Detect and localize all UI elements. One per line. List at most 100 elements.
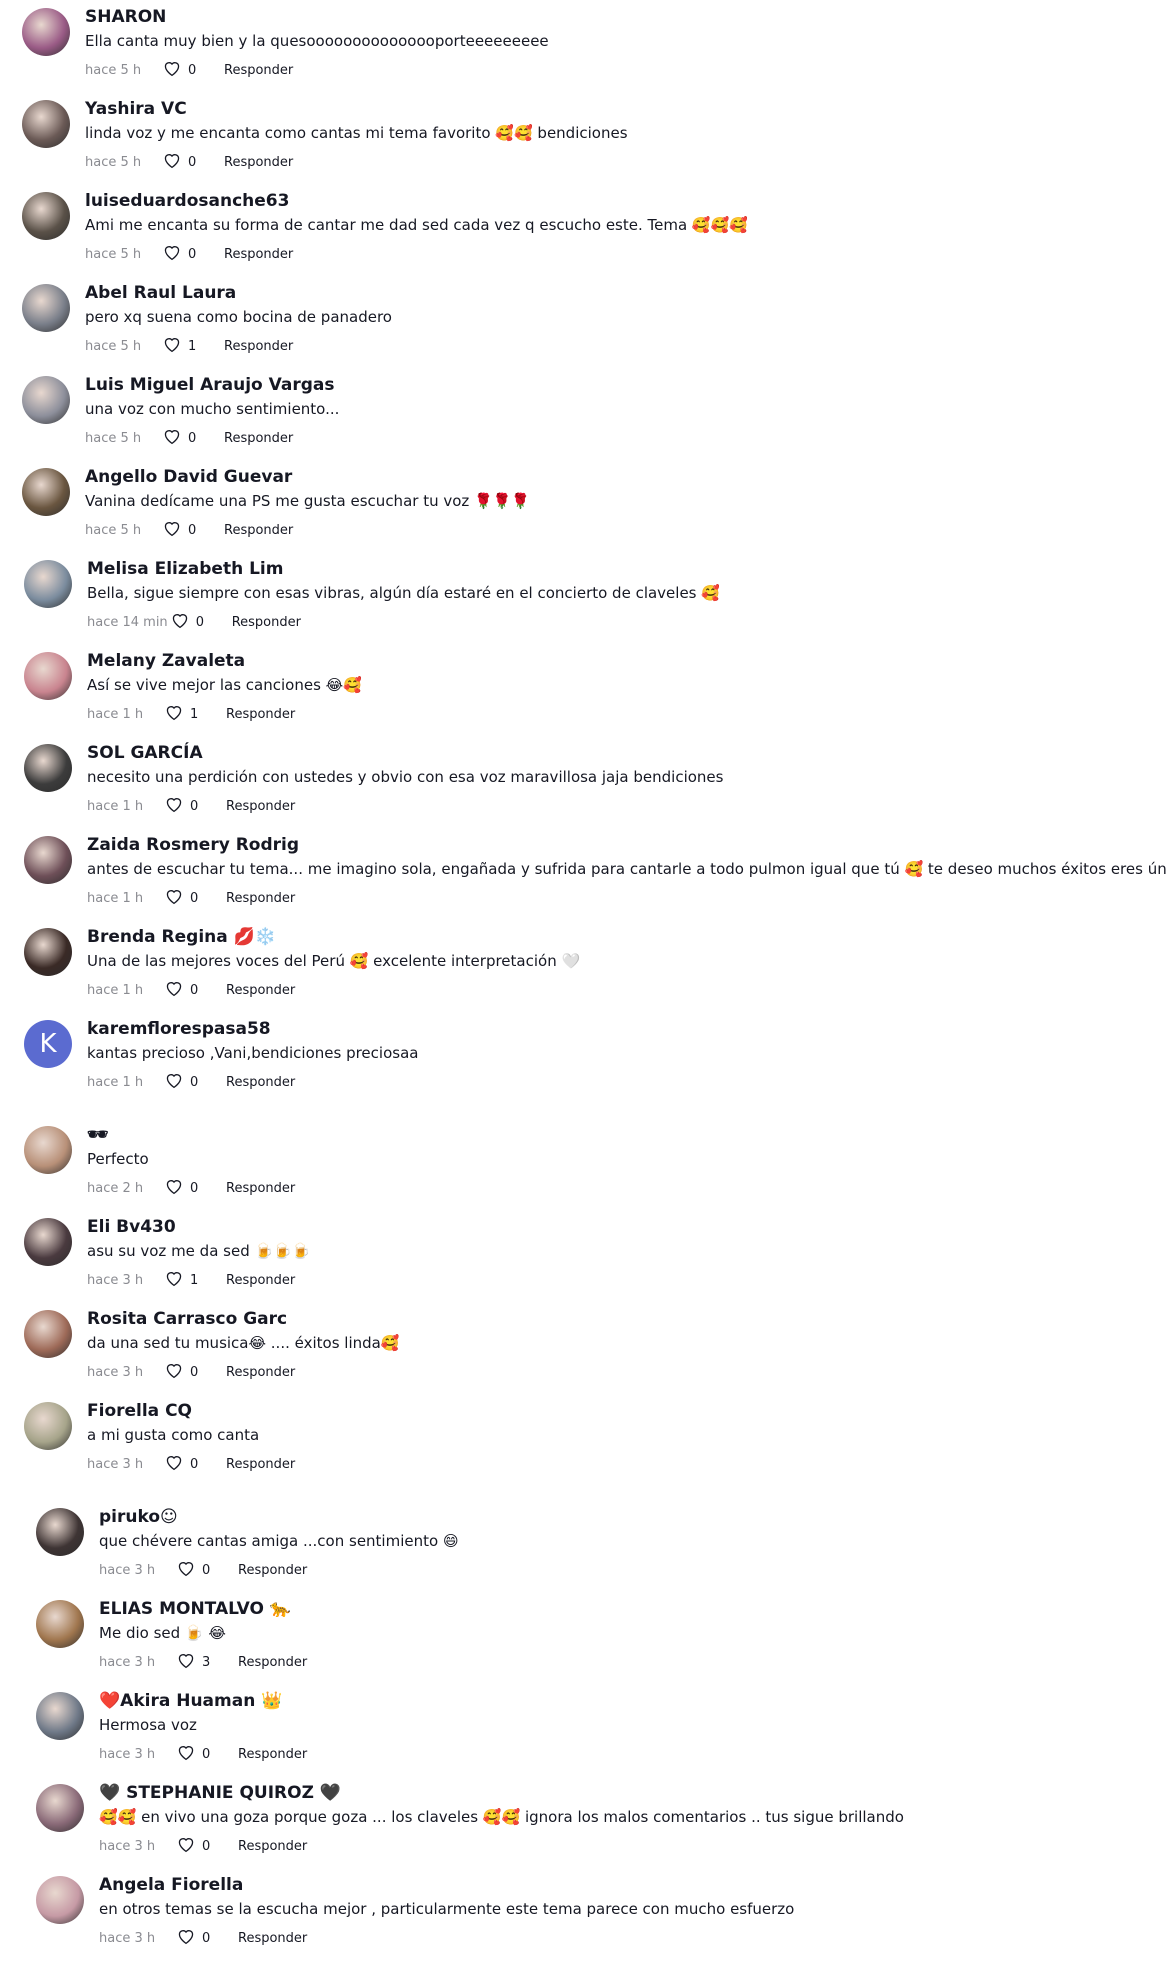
- reply-button[interactable]: Responder: [226, 983, 295, 998]
- reply-button[interactable]: Responder: [224, 155, 293, 170]
- comment-time: hace 14 min: [87, 614, 168, 630]
- comment-username[interactable]: Eli Bv430: [87, 1216, 176, 1238]
- like-button[interactable]: 0: [162, 427, 204, 449]
- reply-button[interactable]: Responder: [238, 1931, 307, 1946]
- avatar[interactable]: [24, 560, 72, 608]
- comment-username[interactable]: karemflorespasa58: [87, 1018, 271, 1040]
- reply-button[interactable]: Responder: [226, 1181, 295, 1196]
- reply-button[interactable]: Responder: [226, 1365, 295, 1380]
- like-button[interactable]: 1: [164, 703, 206, 725]
- reply-button[interactable]: Responder: [226, 891, 295, 906]
- comment-username[interactable]: SOL GARCÍA: [87, 742, 203, 764]
- like-button[interactable]: 0: [162, 151, 204, 173]
- reply-button[interactable]: Responder: [226, 1457, 295, 1472]
- avatar[interactable]: [24, 928, 72, 976]
- like-button[interactable]: 0: [176, 1559, 218, 1581]
- avatar[interactable]: [22, 8, 70, 56]
- comment-username[interactable]: Luis Miguel Araujo Vargas: [85, 374, 334, 396]
- avatar[interactable]: [22, 284, 70, 332]
- like-button[interactable]: 0: [164, 887, 206, 909]
- comment-username[interactable]: Fiorella CQ: [87, 1400, 192, 1422]
- comment-username[interactable]: Brenda Regina 💋❄️: [87, 926, 276, 948]
- avatar[interactable]: [36, 1600, 84, 1648]
- reply-button[interactable]: Responder: [238, 1839, 307, 1854]
- comment-username[interactable]: Melisa Elizabeth Lim: [87, 558, 283, 580]
- like-button[interactable]: 0: [162, 59, 204, 81]
- reply-button[interactable]: Responder: [224, 63, 293, 78]
- reply-button[interactable]: Responder: [224, 523, 293, 538]
- comment-username[interactable]: Abel Raul Laura: [85, 282, 236, 304]
- reply-button[interactable]: Responder: [226, 1075, 295, 1090]
- comment-time: hace 3 h: [87, 1364, 144, 1380]
- reply-button[interactable]: Responder: [238, 1655, 307, 1670]
- avatar[interactable]: [22, 468, 70, 516]
- avatar[interactable]: [24, 652, 72, 700]
- comment-text: una voz con mucho sentimiento...: [85, 400, 340, 418]
- reply-button[interactable]: Responder: [238, 1747, 307, 1762]
- like-count: 1: [190, 1272, 199, 1288]
- reply-button[interactable]: Responder: [224, 431, 293, 446]
- like-button[interactable]: 0: [164, 979, 206, 1001]
- comment-username[interactable]: luiseduardosanche63: [85, 190, 289, 212]
- avatar[interactable]: K: [24, 1020, 72, 1068]
- comment-username[interactable]: Rosita Carrasco Garc: [87, 1308, 287, 1330]
- like-button[interactable]: 0: [164, 1071, 206, 1093]
- avatar[interactable]: [24, 744, 72, 792]
- like-button[interactable]: 0: [176, 1835, 218, 1857]
- avatar[interactable]: [36, 1692, 84, 1740]
- like-count: 0: [190, 798, 199, 814]
- reply-button[interactable]: Responder: [224, 339, 293, 354]
- like-count: 0: [188, 154, 197, 170]
- comment-text: Perfecto: [87, 1150, 149, 1168]
- like-count: 0: [190, 1074, 199, 1090]
- avatar[interactable]: [24, 1218, 72, 1266]
- comment-username[interactable]: ELIAS MONTALVO 🐆: [99, 1598, 291, 1620]
- avatar[interactable]: [36, 1784, 84, 1832]
- heart-icon: [176, 1927, 196, 1949]
- reply-button[interactable]: Responder: [238, 1563, 307, 1578]
- avatar[interactable]: [36, 1876, 84, 1924]
- comment-username[interactable]: 🖤 STEPHANIE QUIROZ 🖤: [99, 1782, 341, 1804]
- like-button[interactable]: 0: [164, 1453, 206, 1475]
- like-button[interactable]: 0: [164, 1177, 206, 1199]
- like-button[interactable]: 0: [176, 1743, 218, 1765]
- comment-text: Bella, sigue siempre con esas vibras, al…: [87, 584, 720, 602]
- avatar[interactable]: [24, 836, 72, 884]
- avatar[interactable]: [22, 100, 70, 148]
- comment-username[interactable]: piruko☺: [99, 1506, 178, 1528]
- avatar[interactable]: [24, 1402, 72, 1450]
- like-button[interactable]: 0: [176, 1927, 218, 1949]
- avatar[interactable]: [22, 192, 70, 240]
- comment-text: Ella canta muy bien y la quesooooooooooo…: [85, 32, 549, 50]
- comment-username[interactable]: ❤️Akira Huaman 👑: [99, 1690, 282, 1712]
- like-button[interactable]: 1: [164, 1269, 206, 1291]
- comment-time: hace 3 h: [87, 1272, 144, 1288]
- avatar[interactable]: [22, 376, 70, 424]
- like-button[interactable]: 0: [164, 795, 206, 817]
- comment-time: hace 3 h: [99, 1746, 156, 1762]
- comment-username[interactable]: Melany Zavaleta: [87, 650, 245, 672]
- comment-text: linda voz y me encanta como cantas mi te…: [85, 124, 628, 142]
- comment-username[interactable]: SHARON: [85, 6, 166, 28]
- like-button[interactable]: 0: [162, 243, 204, 265]
- comment-username[interactable]: Angela Fiorella: [99, 1874, 243, 1896]
- like-button[interactable]: 1: [162, 335, 204, 357]
- comment-text: pero xq suena como bocina de panadero: [85, 308, 392, 326]
- reply-button[interactable]: Responder: [226, 707, 295, 722]
- like-button[interactable]: 0: [162, 519, 204, 541]
- reply-button[interactable]: Responder: [226, 1273, 295, 1288]
- avatar[interactable]: [24, 1126, 72, 1174]
- reply-button[interactable]: Responder: [226, 799, 295, 814]
- comment-username[interactable]: 🕶: [87, 1124, 109, 1146]
- avatar[interactable]: [24, 1310, 72, 1358]
- reply-button[interactable]: Responder: [224, 247, 293, 262]
- like-button[interactable]: 0: [170, 611, 212, 633]
- heart-icon: [162, 335, 182, 357]
- comment-username[interactable]: Yashira VC: [85, 98, 187, 120]
- comment-username[interactable]: Angello David Guevar: [85, 466, 292, 488]
- like-button[interactable]: 0: [164, 1361, 206, 1383]
- avatar[interactable]: [36, 1508, 84, 1556]
- comment-username[interactable]: Zaida Rosmery Rodrig: [87, 834, 299, 856]
- reply-button[interactable]: Responder: [232, 615, 301, 630]
- like-button[interactable]: 3: [176, 1651, 218, 1673]
